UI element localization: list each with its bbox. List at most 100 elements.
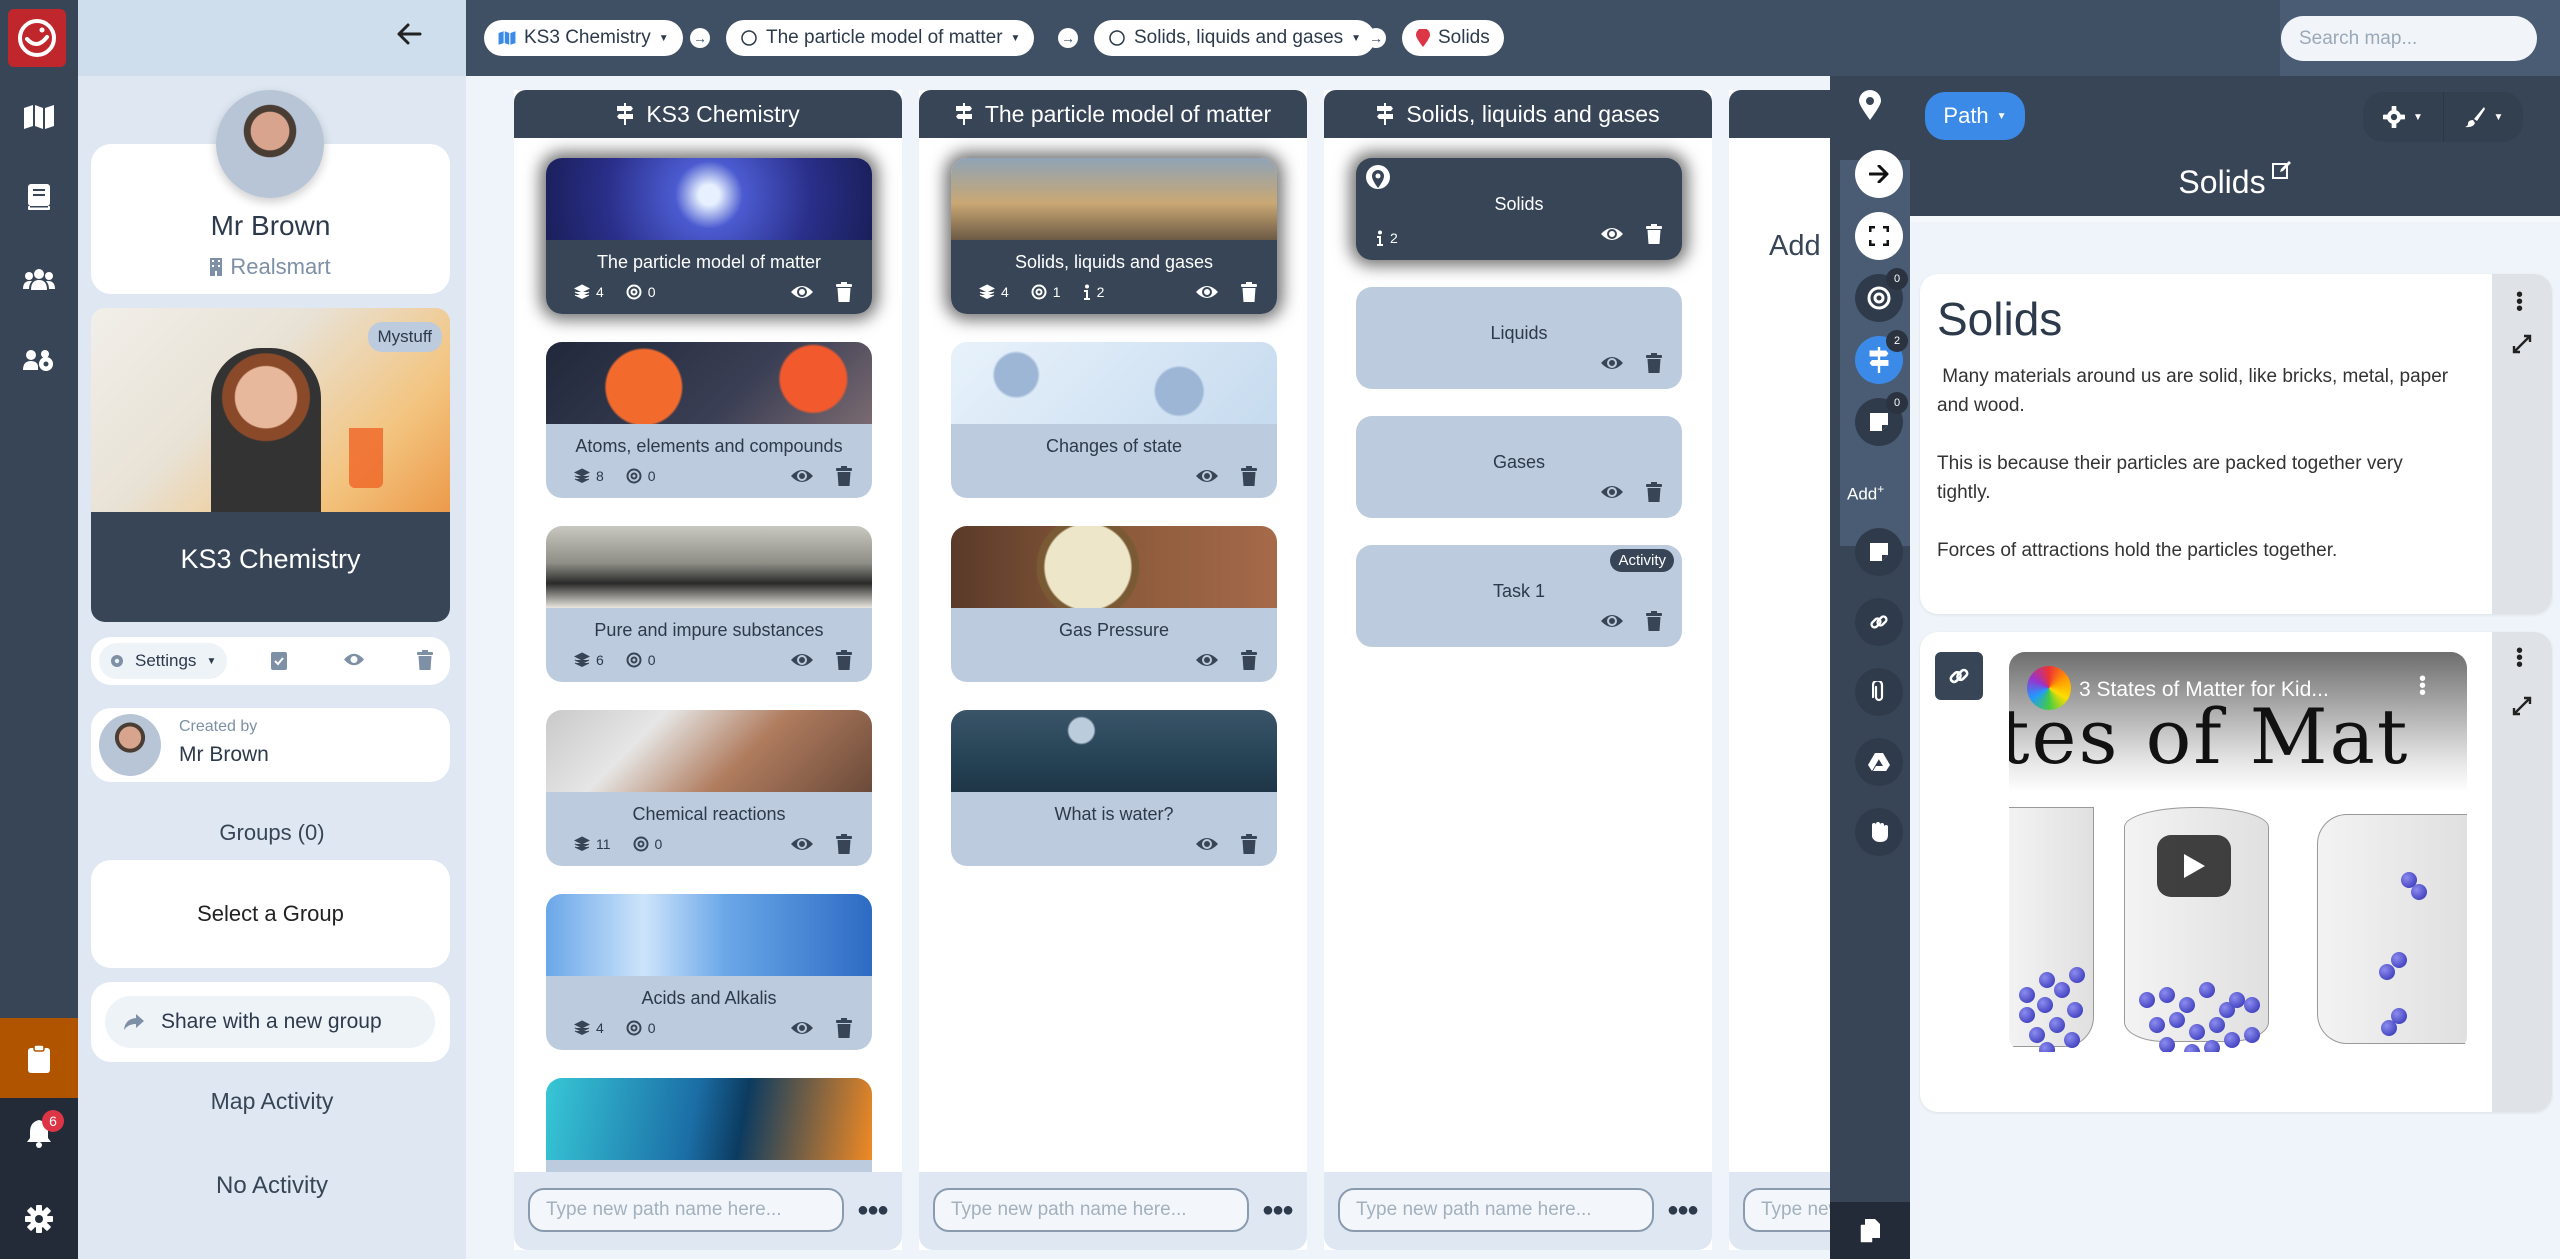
tile-image xyxy=(546,894,872,976)
map-pin-icon[interactable] xyxy=(1859,90,1881,120)
trash-icon[interactable] xyxy=(1646,353,1662,373)
share-card: Share with a new group xyxy=(91,982,450,1062)
trash-icon[interactable] xyxy=(1241,466,1257,486)
eye-icon[interactable] xyxy=(1195,284,1219,300)
more-options-icon[interactable]: ●●● xyxy=(1259,1196,1295,1224)
breadcrumb-item-ks3-chemistry[interactable]: KS3 Chemistry ▼ xyxy=(484,20,683,56)
back-arrow-icon[interactable] xyxy=(396,22,422,46)
more-options-icon[interactable]: ●●● xyxy=(854,1196,890,1224)
add-path-label[interactable]: Add xyxy=(1769,230,1821,263)
fullscreen-button[interactable] xyxy=(1855,212,1903,260)
users-gear-icon[interactable] xyxy=(0,326,78,396)
trash-icon[interactable] xyxy=(836,834,852,854)
trash-icon[interactable] xyxy=(1241,650,1257,670)
eye-icon[interactable] xyxy=(790,1020,814,1036)
more-options-icon[interactable]: ●●● xyxy=(1664,1196,1700,1224)
type-dropdown-button[interactable]: Path ▼ xyxy=(1925,92,2025,140)
trash-icon[interactable] xyxy=(836,1018,852,1038)
profile-avatar[interactable] xyxy=(216,90,324,198)
map-icon[interactable] xyxy=(0,82,78,152)
eye-icon[interactable] xyxy=(790,836,814,852)
location-tile[interactable]: Liquids xyxy=(1356,287,1682,389)
clipboard-check-icon[interactable] xyxy=(271,650,287,670)
eye-icon[interactable] xyxy=(343,652,365,667)
video-menu-icon[interactable]: • • • xyxy=(2419,669,2426,703)
book-icon[interactable] xyxy=(0,162,78,232)
layers-count: 11 xyxy=(596,836,611,852)
select-group-button[interactable]: Select a Group xyxy=(91,860,450,968)
tile-actions xyxy=(1195,466,1257,486)
path-tile[interactable]: Atoms, elements and compounds 80 xyxy=(546,342,872,510)
target-icon xyxy=(626,284,642,300)
path-tile[interactable]: Chemical reactions 11 0 xyxy=(546,710,872,878)
breadcrumb-item-particle-model[interactable]: The particle model of matter ▼ xyxy=(726,20,1035,56)
breadcrumb-item-solids[interactable]: Solids xyxy=(1402,20,1504,56)
add-link-button[interactable] xyxy=(1855,598,1903,646)
activity-badge: Activity xyxy=(1610,549,1674,572)
google-drive-button[interactable] xyxy=(1855,738,1903,786)
style-dropdown-button[interactable]: ▼ xyxy=(2443,92,2523,142)
location-tile[interactable]: Gases xyxy=(1356,416,1682,518)
gear-icon[interactable] xyxy=(0,1184,78,1254)
expand-icon[interactable] xyxy=(2512,334,2532,354)
path-tile[interactable]: Changes of state xyxy=(951,342,1277,498)
new-path-input[interactable] xyxy=(1743,1188,1830,1232)
eye-icon[interactable] xyxy=(1600,484,1624,500)
trash-icon[interactable] xyxy=(1241,834,1257,854)
clipboard-icon[interactable] xyxy=(0,1018,78,1100)
path-tile[interactable]: Gas Pressure xyxy=(951,526,1277,682)
next-arrow-button[interactable] xyxy=(1855,150,1903,198)
path-tile[interactable]: Acids and Alkalis 40 xyxy=(546,894,872,1062)
path-tile[interactable]: What is water? xyxy=(951,710,1277,866)
settings-dropdown[interactable]: Settings ▼ xyxy=(99,643,227,679)
breadcrumb-item-solids-liquids-gases[interactable]: Solids, liquids and gases ▼ xyxy=(1094,20,1376,56)
signpost-icon xyxy=(1376,103,1394,125)
trash-icon[interactable] xyxy=(417,650,433,670)
new-path-input[interactable] xyxy=(933,1188,1249,1232)
eye-icon[interactable] xyxy=(790,284,814,300)
settings-dropdown-button[interactable]: ▼ xyxy=(2363,92,2443,142)
logo-smiley-icon[interactable] xyxy=(8,9,66,67)
eye-icon[interactable] xyxy=(1600,355,1624,371)
path-tile[interactable]: The particle model of matter 40 xyxy=(546,158,872,314)
vertical-dots-icon[interactable]: • • • xyxy=(2516,285,2523,319)
map-card[interactable]: Mystuff KS3 Chemistry xyxy=(91,308,450,622)
add-note-button[interactable] xyxy=(1855,528,1903,576)
location-tile[interactable]: 2 Solids xyxy=(1356,158,1682,260)
eye-icon[interactable] xyxy=(790,468,814,484)
trash-icon[interactable] xyxy=(836,650,852,670)
path-tile[interactable]: Solids, liquids and gases 4 1 2 xyxy=(951,158,1277,314)
search-map-input[interactable] xyxy=(2281,16,2537,61)
users-icon[interactable] xyxy=(0,244,78,314)
eye-icon[interactable] xyxy=(1195,836,1219,852)
expand-icon[interactable] xyxy=(2512,696,2532,716)
path-tile[interactable]: Pure and impure substances 60 xyxy=(546,526,872,694)
vertical-dots-icon[interactable]: • • • xyxy=(2516,641,2523,675)
new-path-input[interactable] xyxy=(1338,1188,1654,1232)
play-button[interactable] xyxy=(2157,835,2231,897)
column-title: Solids, liquids and gases xyxy=(1406,100,1660,127)
eye-icon[interactable] xyxy=(1195,468,1219,484)
bell-icon[interactable]: 6 xyxy=(0,1098,78,1168)
layers-count: 8 xyxy=(596,468,604,484)
paragraph: This is because their particles are pack… xyxy=(1937,453,2403,503)
eye-icon[interactable] xyxy=(790,652,814,668)
edit-icon[interactable] xyxy=(2271,160,2292,201)
copy-icon[interactable] xyxy=(1830,1202,1910,1259)
video-embed[interactable]: 3 States of Matter for Kid... • • • tes of… xyxy=(2009,652,2467,1052)
eye-icon[interactable] xyxy=(1600,226,1624,242)
trash-icon[interactable] xyxy=(1241,282,1257,302)
eye-icon[interactable] xyxy=(1195,652,1219,668)
trash-icon[interactable] xyxy=(1646,224,1662,244)
trash-icon[interactable] xyxy=(1646,482,1662,502)
eye-icon[interactable] xyxy=(1600,613,1624,629)
map-card-title: KS3 Chemistry xyxy=(91,512,450,622)
trash-icon[interactable] xyxy=(836,282,852,302)
share-new-group-button[interactable]: Share with a new group xyxy=(105,996,435,1048)
add-activity-hand-button[interactable] xyxy=(1855,808,1903,856)
add-attachment-button[interactable] xyxy=(1855,668,1903,716)
trash-icon[interactable] xyxy=(836,466,852,486)
location-tile[interactable]: Activity Task 1 xyxy=(1356,545,1682,647)
trash-icon[interactable] xyxy=(1646,611,1662,631)
new-path-input[interactable] xyxy=(528,1188,844,1232)
